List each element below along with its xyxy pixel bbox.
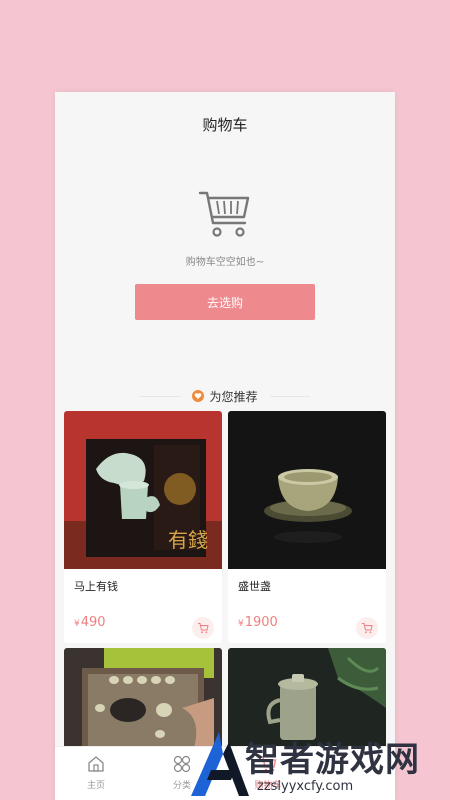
product-name: 马上有钱 — [74, 580, 118, 593]
product-image: 有錢 — [64, 411, 222, 569]
currency-symbol: ¥ — [238, 619, 244, 629]
bottom-tab-bar: 主页 分类 购物车 — [55, 746, 395, 800]
recommend-header: 为您推荐 — [55, 386, 395, 406]
product-card[interactable]: 盛世盏 ¥1900 — [228, 411, 386, 643]
product-price: ¥1900 — [238, 615, 278, 630]
tab-label: 主页 — [86, 781, 105, 791]
go-shopping-button[interactable]: 去选购 — [135, 284, 315, 320]
divider — [269, 395, 310, 397]
page-title: 购物车 — [202, 116, 248, 134]
add-to-cart-button[interactable] — [356, 617, 378, 639]
product-name: 盛世盏 — [238, 580, 271, 593]
empty-cart-message: 购物车空空如也~ — [185, 257, 265, 268]
tab-category[interactable]: 分类 — [147, 747, 217, 800]
tab-home[interactable]: 主页 — [61, 747, 131, 800]
tab-label: 购物车 — [254, 781, 282, 791]
product-image — [228, 411, 386, 569]
tab-label: 分类 — [172, 781, 191, 791]
home-icon — [88, 756, 104, 772]
shopping-cart-icon — [198, 191, 250, 237]
app-screen: 购物车 购物车空空如也~ 去选购 为您推荐 有錢 马上有钱 ¥490 盛世盏 ¥… — [55, 92, 395, 800]
price-value: 490 — [80, 615, 106, 630]
divider — [140, 395, 181, 397]
cart-icon — [198, 623, 209, 634]
cart-icon — [362, 623, 373, 634]
currency-symbol: ¥ — [74, 619, 80, 629]
tab-cart[interactable]: 购物车 — [233, 747, 303, 800]
svg-text:有錢: 有錢 — [168, 528, 208, 552]
cart-icon — [260, 756, 277, 772]
product-card[interactable]: 有錢 马上有钱 ¥490 — [64, 411, 222, 643]
product-price: ¥490 — [74, 615, 106, 630]
recommend-title: 为您推荐 — [209, 389, 258, 404]
category-icon — [173, 755, 191, 773]
price-value: 1900 — [244, 615, 278, 630]
add-to-cart-button[interactable] — [192, 617, 214, 639]
heart-icon — [192, 390, 205, 402]
